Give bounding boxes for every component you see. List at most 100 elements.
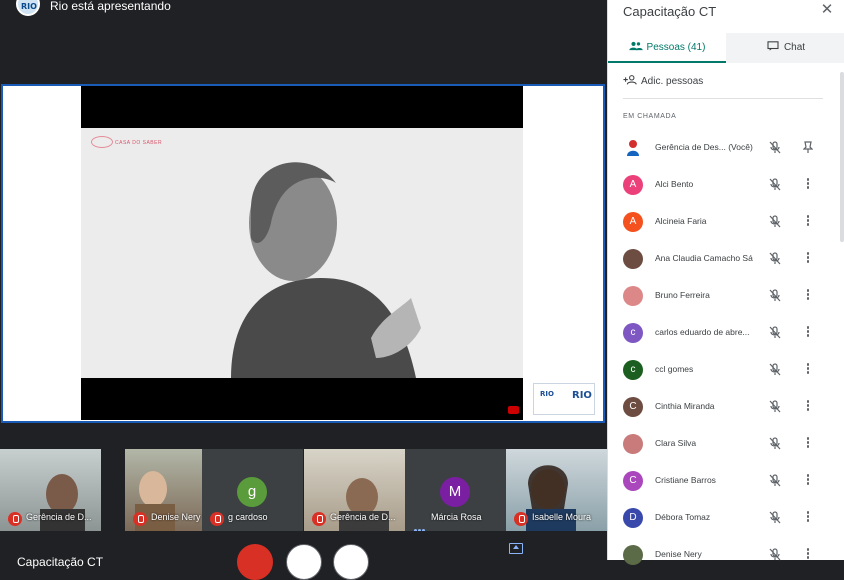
participant-row[interactable]: D Débora Tomaz <box>608 500 844 537</box>
letterbox-top <box>81 86 523 128</box>
mic-off-icon[interactable] <box>769 326 781 339</box>
more-options-icon[interactable] <box>805 252 811 266</box>
participant-row[interactable]: Denise Nery <box>608 537 844 574</box>
participant-name: Denise Nery <box>655 549 702 559</box>
present-now-icon[interactable] <box>509 543 523 554</box>
mic-off-icon[interactable] <box>769 289 781 302</box>
more-options-icon[interactable] <box>805 363 811 377</box>
participant-name: Ana Claudia Camacho Sá <box>655 253 753 263</box>
tile-5[interactable]: Isabelle Moura <box>506 449 607 531</box>
tab-chat-label: Chat <box>783 42 806 53</box>
presentation-frame[interactable]: CASA DO SABER RIO RIO <box>1 84 605 423</box>
avatar <box>623 434 643 454</box>
mic-off-icon[interactable] <box>769 215 781 228</box>
panel-title: Capacitação CT <box>623 4 717 19</box>
tile-name: Márcia Rosa <box>431 512 482 522</box>
tab-people-label: Pessoas (41) <box>646 42 706 53</box>
add-people-button[interactable]: Adic. pessoas <box>623 74 703 90</box>
tab-chat[interactable]: Chat <box>726 33 844 63</box>
mic-off-icon[interactable] <box>769 474 781 487</box>
end-call-button[interactable] <box>286 544 322 580</box>
rio-badge-left: RIO <box>540 390 554 398</box>
divider <box>623 98 823 99</box>
participant-row[interactable]: Clara Silva <box>608 426 844 463</box>
mic-off-icon[interactable] <box>769 548 781 561</box>
avatar: C <box>623 471 643 491</box>
avatar: A <box>623 175 643 195</box>
avatar: c <box>623 323 643 343</box>
presenter-logo: RIO <box>16 0 40 16</box>
mic-off-icon[interactable] <box>769 178 781 191</box>
more-options-icon[interactable] <box>805 437 811 451</box>
video-frame-image: CASA DO SABER <box>81 128 523 378</box>
top-bar: RIO Rio está apresentando <box>0 0 607 30</box>
tile-3[interactable]: Gerência de D... <box>304 449 405 531</box>
avatar <box>623 286 643 306</box>
participant-row[interactable]: C Cinthia Miranda <box>608 389 844 426</box>
avatar <box>623 249 643 269</box>
mic-off-icon[interactable] <box>769 511 781 524</box>
tile-avatar: g <box>237 477 267 507</box>
tile-avatar: M <box>440 477 470 507</box>
participant-row[interactable]: A Alci Bento <box>608 167 844 204</box>
avatar: C <box>623 397 643 417</box>
panel-scrollbar[interactable] <box>840 72 844 242</box>
participant-row[interactable]: Ana Claudia Camacho Sá <box>608 241 844 278</box>
tile-2[interactable]: g g cardoso <box>202 449 303 531</box>
tile-4[interactable]: M Márcia Rosa <box>405 449 506 531</box>
mic-off-icon[interactable] <box>769 437 781 450</box>
speaker-photo <box>81 128 523 378</box>
participant-row[interactable]: c ccl gomes <box>608 352 844 389</box>
participant-name: Bruno Ferreira <box>655 290 710 300</box>
tile-name: Gerência de D... <box>26 512 92 522</box>
tab-people[interactable]: Pessoas (41) <box>608 33 726 63</box>
close-icon[interactable]: ✕ <box>819 2 835 18</box>
more-options-icon[interactable] <box>805 289 811 303</box>
participant-row[interactable]: Bruno Ferreira <box>608 278 844 315</box>
shared-video[interactable]: CASA DO SABER <box>81 86 523 420</box>
more-options-icon[interactable] <box>805 178 811 192</box>
add-people-label: Adic. pessoas <box>641 76 704 87</box>
mic-off-icon[interactable] <box>769 141 781 154</box>
participant-row[interactable]: c carlos eduardo de abre... <box>608 315 844 352</box>
avatar: A <box>623 212 643 232</box>
avatar <box>623 138 643 158</box>
avatar: D <box>623 508 643 528</box>
more-options-icon[interactable] <box>805 474 811 488</box>
mic-toggle-button[interactable] <box>237 544 273 580</box>
mic-off-icon[interactable] <box>769 363 781 376</box>
more-options-icon[interactable] <box>805 511 811 525</box>
participant-name: Débora Tomaz <box>655 512 711 522</box>
camera-toggle-button[interactable] <box>333 544 369 580</box>
brand-logo-icon <box>91 136 113 148</box>
meeting-title: Capacitação CT <box>17 555 104 569</box>
presenting-label: Rio está apresentando <box>50 0 171 13</box>
tile-0[interactable]: Gerência de D... <box>0 449 101 531</box>
more-options-icon[interactable] <box>805 215 811 229</box>
section-label: EM CHAMADA <box>623 113 677 120</box>
participant-row[interactable]: Gerência de Des... (Você) <box>608 130 844 167</box>
more-options-icon[interactable] <box>805 326 811 340</box>
rio-badge-right: RIO <box>572 390 592 401</box>
chat-icon <box>767 41 779 51</box>
participant-name: Gerência de Des... (Você) <box>655 142 753 152</box>
participant-name: ccl gomes <box>655 364 694 374</box>
participant-name: Alci Bento <box>655 179 694 189</box>
pin-icon[interactable] <box>803 141 813 154</box>
rio-badge: RIO RIO <box>533 383 595 415</box>
presenter-logo-text: RIO <box>21 2 37 11</box>
participant-row[interactable]: A Alcineia Faria <box>608 204 844 241</box>
letterbox-bottom <box>81 378 523 420</box>
youtube-icon <box>508 406 519 414</box>
participant-name: Cinthia Miranda <box>655 401 715 411</box>
more-options-icon[interactable] <box>805 400 811 414</box>
avatar: c <box>623 360 643 380</box>
tile-name: Isabelle Moura <box>532 512 592 522</box>
participant-name: Alcineia Faria <box>655 216 707 226</box>
mic-off-icon[interactable] <box>769 400 781 413</box>
brand-text: CASA DO SABER <box>115 140 163 146</box>
mic-off-icon[interactable] <box>769 252 781 265</box>
participant-name: carlos eduardo de abre... <box>655 327 750 337</box>
participant-tiles: Gerência de D... Denise Nery g g cardoso… <box>0 449 607 531</box>
participant-row[interactable]: C Cristiane Barros <box>608 463 844 500</box>
